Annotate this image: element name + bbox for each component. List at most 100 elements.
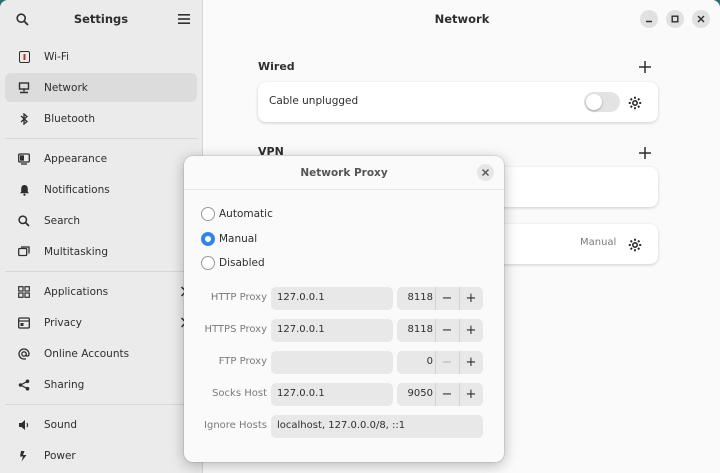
- sidebar-item-search[interactable]: Search: [5, 206, 197, 235]
- sidebar-item-sharing[interactable]: Sharing: [5, 370, 197, 399]
- gear-icon[interactable]: [628, 237, 642, 252]
- bluetooth-icon: [18, 112, 30, 125]
- port-value[interactable]: 0: [397, 356, 433, 367]
- sidebar-separator: [5, 138, 197, 139]
- bell-icon: [18, 184, 30, 196]
- radio-automatic[interactable]: Automatic: [201, 207, 273, 221]
- sidebar-item-applications[interactable]: Applications: [5, 277, 197, 306]
- socks-port-stepper: 9050 − +: [397, 383, 483, 406]
- port-value[interactable]: 9050: [397, 388, 433, 399]
- at-icon: [18, 347, 30, 360]
- ignore-hosts-row: Ignore Hosts localhost, 127.0.0.0/8, ::1: [184, 415, 504, 438]
- https-proxy-row: HTTPS Proxy 127.0.0.1 8118 − +: [184, 319, 504, 342]
- settings-window: Settings Wi-Fi Network Bluetooth Appeara…: [0, 0, 720, 473]
- sidebar-item-label: Sharing: [44, 378, 85, 391]
- add-wired-button[interactable]: [638, 59, 652, 73]
- radio-button[interactable]: [201, 256, 215, 270]
- sidebar-item-label: Wi-Fi: [44, 50, 70, 63]
- hand-icon: [18, 316, 30, 329]
- radio-disabled[interactable]: Disabled: [201, 256, 265, 270]
- http-proxy-row: HTTP Proxy 127.0.0.1 8118 − +: [184, 287, 504, 310]
- sidebar-separator: [5, 404, 197, 405]
- sidebar-item-label: Privacy: [44, 316, 83, 329]
- port-decrement-button[interactable]: −: [435, 287, 458, 310]
- ftp-proxy-label: FTP Proxy: [218, 356, 267, 367]
- ftp-proxy-port-stepper: 0 − +: [397, 351, 483, 374]
- multitasking-icon: [18, 245, 30, 258]
- ignore-hosts-label: Ignore Hosts: [204, 420, 267, 431]
- sidebar-item-label: Multitasking: [44, 245, 109, 258]
- menu-icon[interactable]: [176, 11, 192, 27]
- http-proxy-host-input[interactable]: 127.0.0.1: [271, 287, 393, 310]
- port-increment-button[interactable]: +: [459, 287, 482, 310]
- sidebar-item-label: Applications: [44, 285, 109, 298]
- sidebar-header: Settings: [0, 0, 202, 38]
- sidebar-item-bluetooth[interactable]: Bluetooth: [5, 104, 197, 133]
- port-decrement-button[interactable]: −: [435, 351, 458, 374]
- sidebar-item-online-accounts[interactable]: Online Accounts: [5, 339, 197, 368]
- sidebar-item-label: Power: [44, 449, 76, 462]
- https-proxy-host-input[interactable]: 127.0.0.1: [271, 319, 393, 342]
- radio-label: Automatic: [219, 208, 273, 220]
- port-value[interactable]: 8118: [397, 292, 433, 303]
- sidebar-item-wifi[interactable]: Wi-Fi: [5, 42, 197, 71]
- page-title: Network: [434, 12, 490, 26]
- port-decrement-button[interactable]: −: [435, 319, 458, 342]
- minimize-button[interactable]: [640, 10, 658, 28]
- speaker-icon: [18, 419, 30, 431]
- sidebar-item-label: Sound: [44, 418, 78, 431]
- port-increment-button[interactable]: +: [459, 383, 482, 406]
- search-icon[interactable]: [14, 11, 30, 27]
- main-header: Network: [204, 0, 720, 38]
- ftp-proxy-row: FTP Proxy 0 − +: [184, 351, 504, 374]
- https-proxy-label: HTTPS Proxy: [204, 324, 267, 335]
- port-decrement-button[interactable]: −: [435, 383, 458, 406]
- wired-toggle[interactable]: [584, 92, 620, 112]
- sidebar-item-network[interactable]: Network: [5, 73, 197, 102]
- dialog-header: Network Proxy: [184, 156, 504, 190]
- sidebar-item-appearance[interactable]: Appearance: [5, 144, 197, 173]
- port-increment-button[interactable]: +: [459, 319, 482, 342]
- radio-label: Disabled: [219, 257, 265, 269]
- appearance-icon: [18, 152, 30, 165]
- add-vpn-button[interactable]: [638, 145, 652, 159]
- proxy-mode-value: Manual: [580, 237, 617, 248]
- socks-host-input[interactable]: 127.0.0.1: [271, 383, 393, 406]
- power-icon: [18, 450, 30, 462]
- sidebar-item-label: Search: [44, 214, 81, 227]
- dialog-close-button[interactable]: [477, 164, 494, 181]
- wifi-icon: [18, 50, 30, 63]
- sidebar-item-multitasking[interactable]: Multitasking: [5, 237, 197, 266]
- http-proxy-port-stepper: 8118 − +: [397, 287, 483, 310]
- close-button[interactable]: [692, 10, 710, 28]
- sidebar-item-sound[interactable]: Sound: [5, 410, 197, 439]
- gear-icon[interactable]: [628, 95, 642, 110]
- network-proxy-dialog: Network Proxy Automatic Manual Disabled …: [184, 156, 504, 462]
- maximize-button[interactable]: [666, 10, 684, 28]
- sidebar-item-notifications[interactable]: Notifications: [5, 175, 197, 204]
- share-icon: [18, 379, 30, 391]
- radio-label: Manual: [219, 233, 258, 245]
- sidebar-item-label: Appearance: [44, 152, 108, 165]
- wired-status: Cable unplugged: [269, 95, 359, 107]
- socks-host-label: Socks Host: [212, 388, 267, 399]
- ftp-proxy-host-input[interactable]: [271, 351, 393, 374]
- https-proxy-port-stepper: 8118 − +: [397, 319, 483, 342]
- ignore-hosts-input[interactable]: localhost, 127.0.0.0/8, ::1: [271, 415, 483, 438]
- radio-button[interactable]: [201, 232, 215, 246]
- sidebar-item-privacy[interactable]: Privacy: [5, 308, 197, 337]
- sidebar-separator: [5, 271, 197, 272]
- network-icon: [18, 81, 30, 94]
- wired-section-title: Wired: [258, 60, 295, 73]
- sidebar-item-label: Network: [44, 81, 88, 94]
- radio-manual[interactable]: Manual: [201, 232, 257, 246]
- http-proxy-label: HTTP Proxy: [210, 292, 267, 303]
- radio-button[interactable]: [201, 207, 215, 221]
- sidebar: Settings Wi-Fi Network Bluetooth Appeara…: [0, 0, 203, 473]
- sidebar-item-label: Bluetooth: [44, 112, 95, 125]
- port-value[interactable]: 8118: [397, 324, 433, 335]
- wired-card: Cable unplugged: [258, 82, 658, 122]
- port-increment-button[interactable]: +: [459, 351, 482, 374]
- search-icon: [18, 214, 30, 227]
- sidebar-item-power[interactable]: Power: [5, 441, 197, 470]
